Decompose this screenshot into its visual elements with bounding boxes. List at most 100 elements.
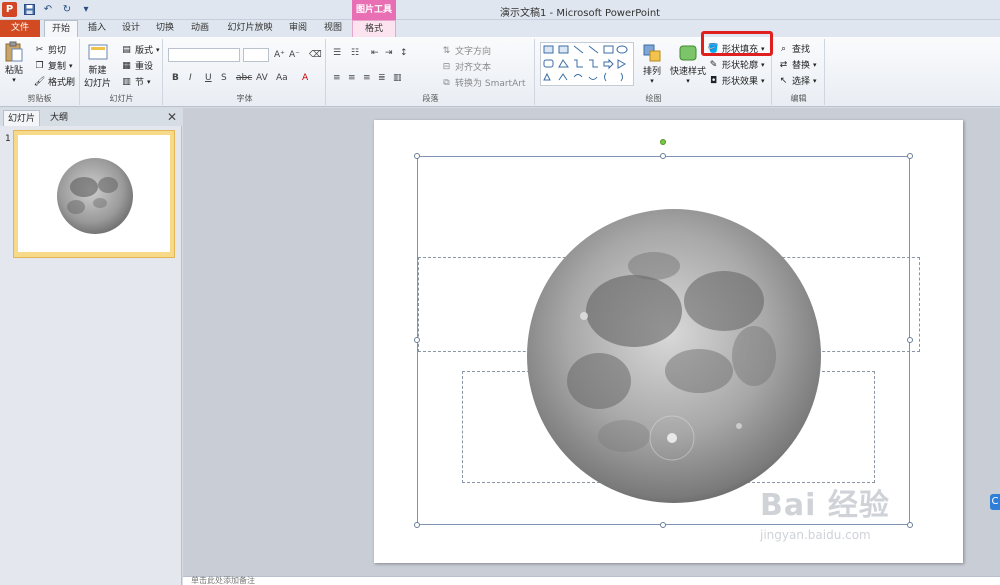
reset-icon: ▦ (122, 60, 131, 71)
resize-handle-se[interactable] (907, 522, 913, 528)
layout-dropdown-icon: ▾ (156, 45, 160, 54)
underline-icon[interactable]: U (205, 73, 212, 83)
slide-number: 1 (5, 134, 11, 144)
picture-selection-frame (417, 156, 910, 525)
replace-button[interactable]: ⇄ 替换 ▾ (778, 58, 817, 72)
shape-effects-button[interactable]: ◘ 形状效果 ▾ (708, 74, 765, 88)
decrease-indent-icon[interactable]: ⇤ (371, 48, 379, 58)
scissors-icon: ✂ (35, 44, 44, 55)
clear-formatting-icon[interactable]: ⌫ (309, 50, 322, 60)
resize-handle-s[interactable] (660, 522, 666, 528)
text-direction-button[interactable]: ⇅ 文字方向 (441, 44, 491, 58)
grow-font-icon[interactable]: A⁺ (274, 50, 285, 60)
close-icon[interactable]: ✕ (167, 110, 177, 124)
section-label: 节 (135, 78, 145, 88)
undo-icon[interactable]: ↶ (41, 3, 55, 17)
cursor-icon: ↖ (779, 75, 788, 86)
font-color-icon[interactable]: A (302, 73, 308, 83)
tab-insert[interactable]: 插入 (82, 20, 112, 37)
select-button[interactable]: ↖ 选择 ▾ (778, 74, 817, 88)
numbering-icon[interactable]: ☷ (351, 48, 359, 58)
tab-animations[interactable]: 动画 (185, 20, 215, 37)
shape-outline-label: 形状轮廓 (722, 61, 759, 71)
change-case-icon[interactable]: Aa (276, 73, 288, 83)
section-icon: ▥ (122, 76, 131, 87)
side-widget-icon[interactable]: C (990, 494, 1000, 510)
resize-handle-e[interactable] (907, 337, 913, 343)
shape-outline-button[interactable]: ✎ 形状轮廓 ▾ (708, 58, 765, 72)
align-text-button[interactable]: ⊟ 对齐文本 (441, 60, 492, 74)
resize-handle-w[interactable] (414, 337, 420, 343)
tab-review[interactable]: 审阅 (283, 20, 313, 37)
find-label: 查找 (792, 45, 811, 55)
bold-icon[interactable]: B (172, 73, 179, 83)
align-left-icon[interactable]: ≡ (333, 73, 341, 83)
new-slide-button[interactable]: 新建 幻灯片 (84, 41, 111, 89)
increase-indent-icon[interactable]: ⇥ (385, 48, 393, 58)
tab-home[interactable]: 开始 (44, 20, 78, 37)
tab-format[interactable]: 格式 (352, 20, 396, 37)
align-text-label: 对齐文本 (455, 63, 492, 73)
columns-icon[interactable]: ▥ (393, 73, 402, 83)
quick-styles-dropdown-icon: ▾ (686, 77, 690, 85)
format-painter-button[interactable]: 🖌 格式刷 (34, 75, 76, 89)
slide-thumbnail-selected[interactable] (13, 130, 175, 258)
align-right-icon[interactable]: ≡ (363, 73, 371, 83)
shapes-gallery[interactable] (540, 42, 634, 86)
clipboard-group-label: 剪贴板 (27, 94, 52, 103)
picture-tools-header: 图片工具 (352, 0, 396, 20)
char-spacing-icon[interactable]: AV (256, 73, 268, 83)
paste-button[interactable]: 粘贴 ▾ (3, 41, 25, 84)
tab-slideshow[interactable]: 幻灯片放映 (222, 20, 278, 37)
section-dropdown-icon: ▾ (147, 77, 151, 86)
font-size-combo[interactable] (243, 48, 269, 62)
ribbon: 粘贴 ▾ ✂ 剪切 ❐ 复制 ▾ 🖌 格式刷 剪贴板 新建 幻灯片 ▤ 版式 ▾ ▦ 重设 ▥… (0, 37, 1000, 107)
redo-icon[interactable]: ↻ (60, 3, 74, 17)
pane-tabs: 幻灯片 大纲 ✕ (0, 108, 182, 126)
paste-dropdown-icon[interactable]: ▾ (12, 76, 16, 84)
resize-handle-n[interactable] (660, 153, 666, 159)
reset-button[interactable]: ▦ 重设 (121, 59, 153, 73)
rotation-handle[interactable] (660, 139, 666, 145)
tab-design[interactable]: 设计 (116, 20, 146, 37)
tab-transitions[interactable]: 切换 (150, 20, 180, 37)
replace-dropdown-icon: ▾ (813, 60, 817, 69)
strikethrough-icon[interactable]: abc (236, 73, 252, 83)
resize-handle-nw[interactable] (414, 153, 420, 159)
line-spacing-icon[interactable]: ↕ (400, 48, 408, 58)
smartart-icon: ⧉ (443, 77, 450, 88)
format-painter-label: 格式刷 (48, 78, 76, 88)
find-button[interactable]: ⌕ 查找 (778, 42, 811, 56)
tab-outline-pane[interactable]: 大纲 (46, 110, 72, 126)
paste-label: 粘贴 (4, 66, 23, 76)
shrink-font-icon[interactable]: A⁻ (289, 50, 300, 60)
resize-handle-sw[interactable] (414, 522, 420, 528)
copy-label: 复制 (48, 62, 67, 72)
copy-dropdown-icon[interactable]: ▾ (69, 62, 73, 70)
customize-qat-icon[interactable]: ▾ (79, 3, 93, 17)
shadow-icon[interactable]: S (221, 73, 227, 83)
copy-button[interactable]: ❐ 复制 ▾ (34, 59, 73, 73)
slide-thumbnail[interactable] (18, 135, 170, 252)
quick-access-toolbar: P ↶ ↻ ▾ (2, 2, 93, 17)
tab-slides-pane[interactable]: 幻灯片 (3, 110, 41, 126)
arrange-button[interactable]: 排列 ▾ (641, 42, 663, 85)
powerpoint-app-icon[interactable]: P (2, 2, 17, 17)
notes-pane[interactable]: 单击此处添加备注 (183, 576, 1000, 585)
layout-button[interactable]: ▤ 版式 ▾ (121, 43, 160, 57)
smartart-button[interactable]: ⧉ 转换为 SmartArt (441, 76, 525, 90)
cut-button[interactable]: ✂ 剪切 (34, 43, 66, 57)
replace-label: 替换 (792, 61, 811, 71)
tab-file[interactable]: 文件 (0, 20, 40, 37)
bullets-icon[interactable]: ☰ (333, 48, 341, 58)
resize-handle-ne[interactable] (907, 153, 913, 159)
justify-icon[interactable]: ≣ (378, 73, 386, 83)
save-icon[interactable] (22, 3, 36, 17)
font-name-combo[interactable] (168, 48, 240, 62)
baidu-watermark: Bai 经验 jingyan.baidu.com (760, 480, 890, 542)
section-button[interactable]: ▥ 节 ▾ (121, 75, 151, 89)
italic-icon[interactable]: I (189, 73, 192, 83)
drawing-group-label: 绘图 (645, 94, 662, 103)
align-center-icon[interactable]: ≡ (348, 73, 356, 83)
tab-view[interactable]: 视图 (318, 20, 348, 37)
